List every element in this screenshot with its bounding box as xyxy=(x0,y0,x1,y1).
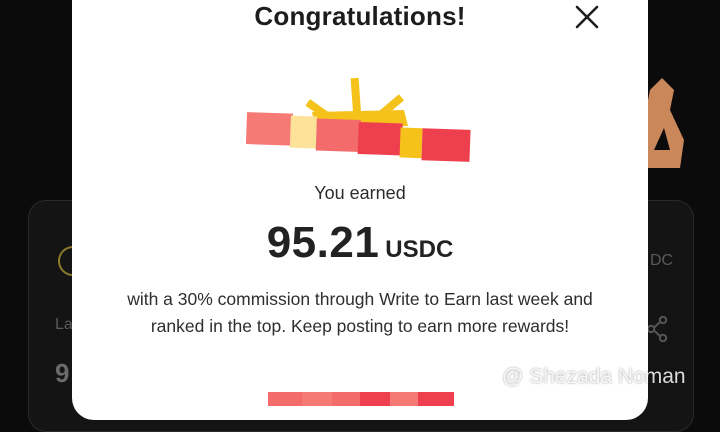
watermark: @ Shezada Noman xyxy=(470,364,686,390)
reward-description: with a 30% commission through Write to E… xyxy=(127,289,593,336)
congratulations-modal xyxy=(72,0,648,420)
background-value: 9 xyxy=(55,358,70,388)
gift-icon xyxy=(245,77,471,162)
watermark-text: @ Shezada Noman xyxy=(502,365,686,388)
background-label: La xyxy=(55,316,73,333)
earned-label: You earned xyxy=(314,183,406,203)
close-icon[interactable] xyxy=(572,2,602,32)
earned-amount-row: 95.21 USDC xyxy=(0,218,720,268)
earned-amount: 95.21 xyxy=(266,218,380,267)
binance-logo-icon xyxy=(470,364,496,390)
earned-currency: USDC xyxy=(385,236,454,263)
modal-title: Congratulations! xyxy=(254,1,466,31)
share-icon[interactable] xyxy=(646,316,668,342)
